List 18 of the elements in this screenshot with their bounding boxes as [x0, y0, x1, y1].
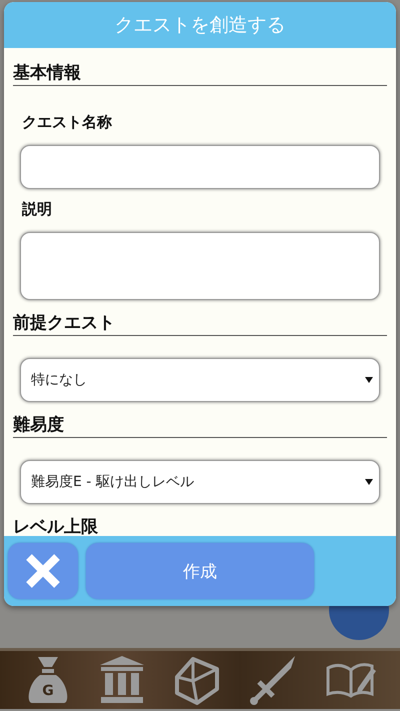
section-heading: 前提クエスト [13, 312, 387, 336]
money-bag-icon [28, 657, 68, 703]
book-icon [326, 660, 376, 700]
section-heading: 難易度 [13, 414, 387, 438]
field-label: 説明 [22, 199, 52, 219]
section-heading: 基本情報 [13, 62, 387, 86]
caret-icon [365, 376, 373, 384]
bank-icon [99, 655, 146, 705]
dropdown[interactable]: 難易度E - 駆け出しレベル [20, 460, 380, 504]
close-button[interactable] [8, 543, 78, 599]
close-icon [25, 553, 61, 589]
field-label: クエスト名称 [22, 112, 112, 132]
text-area[interactable] [20, 232, 380, 300]
caret-icon [365, 478, 373, 486]
dialog-title: クエストを創造する [4, 2, 396, 48]
text-field[interactable] [20, 145, 380, 189]
currency-label: G [42, 683, 54, 699]
dropdown[interactable]: 特になし [20, 358, 380, 402]
